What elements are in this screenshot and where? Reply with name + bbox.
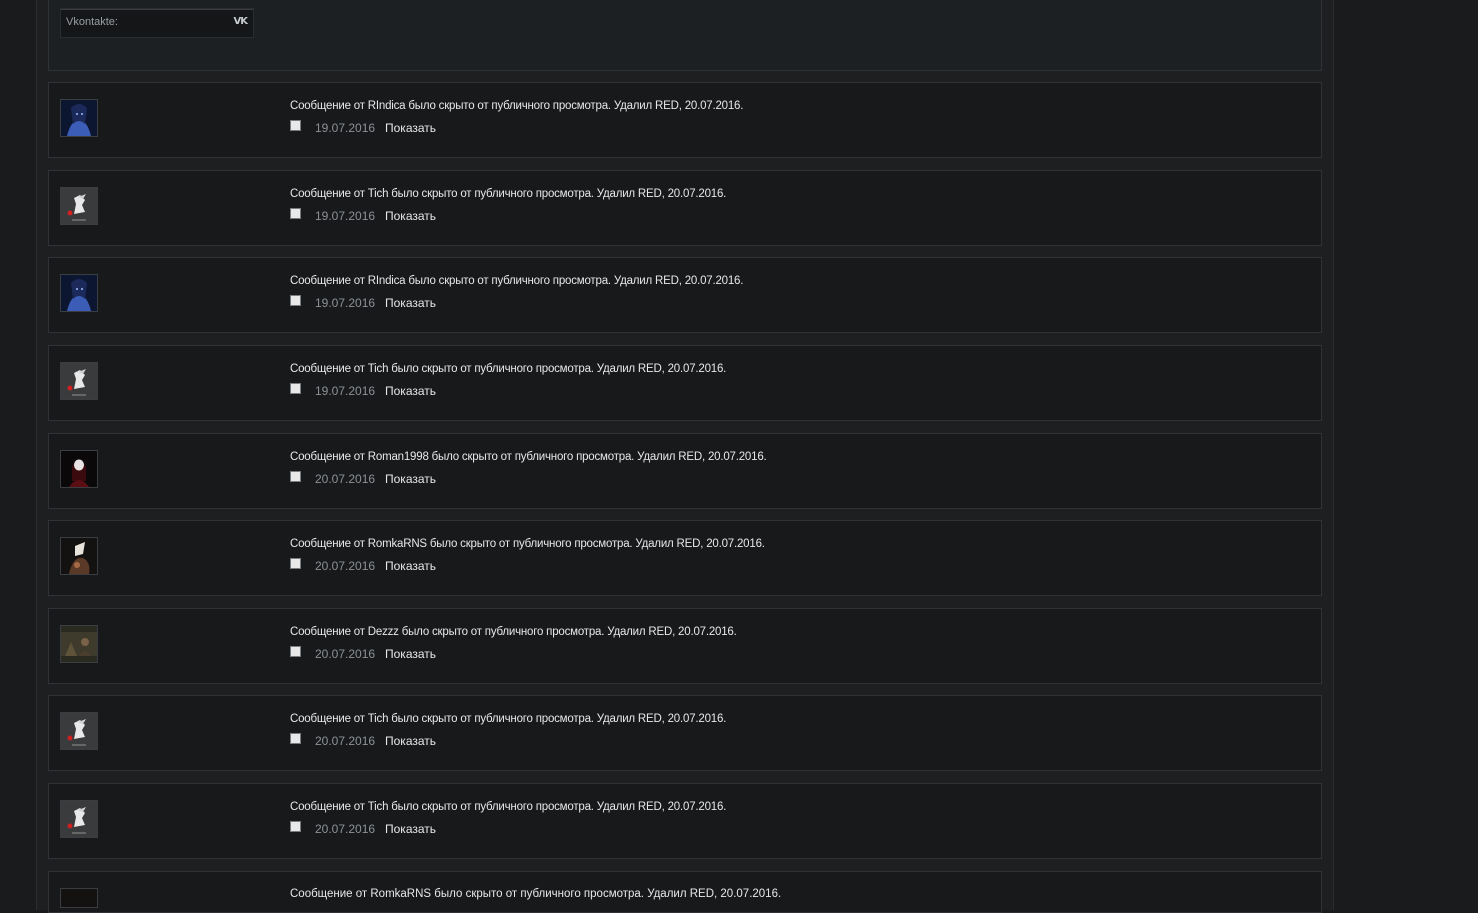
- rindica-avatar[interactable]: [60, 274, 98, 312]
- divider: [61, 9, 253, 10]
- show-link[interactable]: Показать: [385, 647, 436, 661]
- post-date: 20.07.2016: [315, 559, 376, 573]
- select-checkbox[interactable]: [290, 558, 301, 569]
- post-date: 20.07.2016: [315, 822, 376, 836]
- select-checkbox[interactable]: [290, 120, 301, 131]
- hidden-message-text: Сообщение от RomkaRNS было скрыто от пуб…: [290, 888, 782, 900]
- post-date: 19.07.2016: [315, 384, 376, 398]
- hidden-message-text: Сообщение от Tich было скрыто от публичн…: [290, 801, 727, 813]
- select-checkbox[interactable]: [290, 295, 301, 306]
- select-checkbox[interactable]: [290, 646, 301, 657]
- post-date: 20.07.2016: [315, 734, 376, 748]
- partial-post: Сообщение от RomkaRNS было скрыто от пуб…: [48, 871, 1322, 913]
- hidden-post-row: Сообщение от RIndica было скрыто от публ…: [48, 82, 1322, 158]
- tich-avatar[interactable]: [60, 712, 98, 750]
- select-checkbox[interactable]: [290, 821, 301, 832]
- vkontakte-label: Vkontakte:: [66, 16, 118, 28]
- hidden-message-text: Сообщение от Tich было скрыто от публичн…: [290, 713, 727, 725]
- romkarns-avatar[interactable]: [60, 537, 98, 575]
- hidden-post-row: Сообщение от Dezzz было скрыто от публич…: [48, 608, 1322, 684]
- tich-avatar[interactable]: [60, 800, 98, 838]
- hidden-message-text: Сообщение от RomkaRNS было скрыто от пуб…: [290, 538, 765, 550]
- show-link[interactable]: Показать: [385, 296, 436, 310]
- hidden-post-row: Сообщение от Roman1998 было скрыто от пу…: [48, 433, 1322, 509]
- hidden-post-row: Сообщение от Tich было скрыто от публичн…: [48, 345, 1322, 421]
- hidden-message-text: Сообщение от Tich было скрыто от публичн…: [290, 188, 727, 200]
- show-link[interactable]: Показать: [385, 734, 436, 748]
- post-date: 20.07.2016: [315, 647, 376, 661]
- tich-avatar[interactable]: [60, 362, 98, 400]
- post-date: 19.07.2016: [315, 121, 376, 135]
- hidden-message-text: Сообщение от Dezzz было скрыто от публич…: [290, 626, 737, 638]
- tich-avatar[interactable]: [60, 187, 98, 225]
- hidden-message-text: Сообщение от Tich было скрыто от публичн…: [290, 363, 727, 375]
- post-date: 19.07.2016: [315, 209, 376, 223]
- post-date: 19.07.2016: [315, 296, 376, 310]
- show-link[interactable]: Показать: [385, 559, 436, 573]
- show-link[interactable]: Показать: [385, 209, 436, 223]
- hidden-message-text: Сообщение от RIndica было скрыто от публ…: [290, 275, 744, 287]
- avatar[interactable]: [60, 888, 98, 908]
- show-link[interactable]: Показать: [385, 472, 436, 486]
- select-checkbox[interactable]: [290, 208, 301, 219]
- hidden-post-row: Сообщение от Tich было скрыто от публичн…: [48, 783, 1322, 859]
- hidden-message-text: Сообщение от RIndica было скрыто от публ…: [290, 100, 744, 112]
- show-link[interactable]: Показать: [385, 822, 436, 836]
- select-checkbox[interactable]: [290, 471, 301, 482]
- dezzz-avatar[interactable]: [60, 625, 98, 663]
- vk-icon[interactable]: VK: [234, 16, 248, 27]
- hidden-post-row: Сообщение от Tich было скрыто от публичн…: [48, 170, 1322, 246]
- profile-info-block: Vkontakte: VK: [48, 0, 1322, 71]
- select-checkbox[interactable]: [290, 733, 301, 744]
- post-date: 20.07.2016: [315, 472, 376, 486]
- rindica-avatar[interactable]: [60, 99, 98, 137]
- vkontakte-field[interactable]: Vkontakte: VK: [60, 8, 254, 38]
- hidden-message-text: Сообщение от Roman1998 было скрыто от пу…: [290, 451, 767, 463]
- hidden-post-row: Сообщение от Tich было скрыто от публичн…: [48, 695, 1322, 771]
- hidden-post-row: Сообщение от RIndica было скрыто от публ…: [48, 257, 1322, 333]
- hidden-post-row: Сообщение от RomkaRNS было скрыто от пуб…: [48, 520, 1322, 596]
- roman1998-avatar[interactable]: [60, 450, 98, 488]
- show-link[interactable]: Показать: [385, 121, 436, 135]
- select-checkbox[interactable]: [290, 383, 301, 394]
- show-link[interactable]: Показать: [385, 384, 436, 398]
